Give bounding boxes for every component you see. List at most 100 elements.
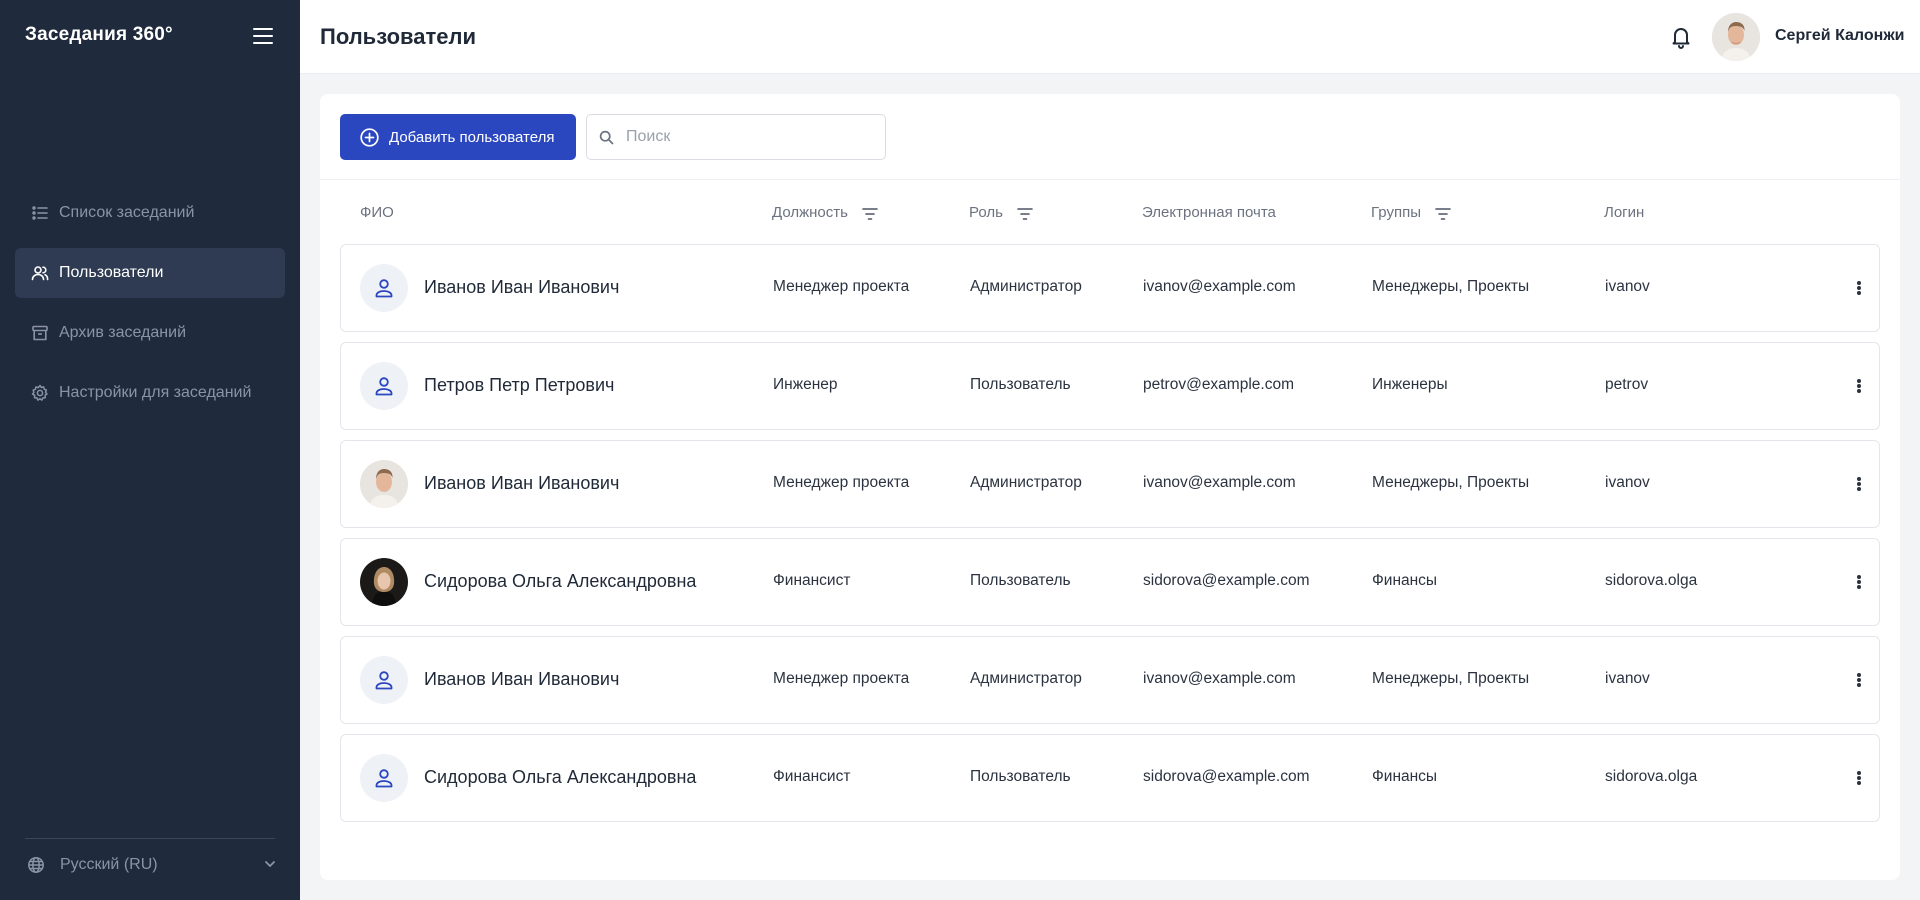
gear-icon xyxy=(31,384,49,402)
column-label: Группы xyxy=(1371,204,1421,221)
user-full-name: Петров Петр Петрович xyxy=(424,375,615,395)
user-full-name: Сидорова Ольга Александровна xyxy=(424,571,697,591)
bell-icon[interactable] xyxy=(1670,25,1692,49)
filter-icon[interactable] xyxy=(862,207,878,220)
language-label: Русский (RU) xyxy=(60,856,158,873)
app-brand: Заседания 360° xyxy=(25,24,173,45)
user-icon xyxy=(375,279,393,298)
users-card: Добавить пользователя ФИО Должность Роль… xyxy=(320,94,1900,880)
user-full-name: Иванов Иван Иванович xyxy=(424,669,620,689)
user-position: Финансист xyxy=(773,768,851,785)
user-full-name: Иванов Иван Иванович xyxy=(424,277,620,297)
column-header-login: Логин xyxy=(1604,204,1644,221)
search-box[interactable] xyxy=(586,114,886,160)
sidebar-item-label: Настройки для заседаний xyxy=(59,384,252,401)
language-selector[interactable]: Русский (RU) xyxy=(27,852,277,878)
user-position: Инженер xyxy=(773,376,838,393)
user-email: ivanov@example.com xyxy=(1143,474,1296,491)
user-login: petrov xyxy=(1605,376,1649,393)
user-role: Администратор xyxy=(970,278,1082,295)
add-user-button[interactable]: Добавить пользователя xyxy=(340,114,576,160)
sidebar: Заседания 360° Список заседаний Пользова… xyxy=(0,0,300,900)
table-row[interactable]: Сидорова Ольга Александровна Финансист П… xyxy=(340,538,1880,626)
user-email: ivanov@example.com xyxy=(1143,278,1296,295)
user-groups: Финансы xyxy=(1372,768,1438,785)
column-header-email: Электронная почта xyxy=(1142,204,1276,221)
plus-circle-icon xyxy=(360,127,379,147)
toolbar: Добавить пользователя xyxy=(320,94,1900,180)
chevron-down-icon xyxy=(263,857,277,871)
table-header: ФИО Должность Роль Электронная почта Гру… xyxy=(320,198,1900,228)
avatar-placeholder xyxy=(360,362,408,410)
more-vertical-icon[interactable] xyxy=(1852,670,1866,690)
user-groups: Менеджеры, Проекты xyxy=(1372,278,1530,295)
more-vertical-icon[interactable] xyxy=(1852,572,1866,592)
more-vertical-icon[interactable] xyxy=(1852,768,1866,788)
sidebar-item-meetings-list[interactable]: Список заседаний xyxy=(15,188,285,238)
user-name[interactable]: Сергей Калонжи xyxy=(1775,27,1905,45)
table-row[interactable]: Сидорова Ольга Александровна Финансист П… xyxy=(340,734,1880,822)
user-groups: Инженеры xyxy=(1372,376,1448,393)
avatar-photo xyxy=(360,558,408,606)
user-position: Финансист xyxy=(773,572,851,589)
user-role: Администратор xyxy=(970,670,1082,687)
avatar-placeholder xyxy=(360,264,408,312)
search-input[interactable] xyxy=(626,128,866,146)
column-header-fio: ФИО xyxy=(360,204,394,221)
filter-icon[interactable] xyxy=(1017,207,1033,220)
user-email: sidorova@example.com xyxy=(1143,572,1310,589)
user-position: Менеджер проекта xyxy=(773,670,910,687)
list-icon xyxy=(31,204,49,222)
table-row[interactable]: Иванов Иван Иванович Менеджер проекта Ад… xyxy=(340,244,1880,332)
user-icon xyxy=(375,377,393,396)
column-label: ФИО xyxy=(360,204,394,221)
column-label: Должность xyxy=(772,204,848,221)
column-header-role: Роль xyxy=(969,204,1033,221)
sidebar-item-archive[interactable]: Архив заседаний xyxy=(15,308,285,358)
column-header-position: Должность xyxy=(772,204,878,221)
user-role: Администратор xyxy=(970,474,1082,491)
user-login: ivanov xyxy=(1605,278,1650,295)
menu-toggle-icon[interactable] xyxy=(253,28,273,44)
column-label: Электронная почта xyxy=(1142,204,1276,221)
sidebar-item-label: Список заседаний xyxy=(59,204,195,221)
user-email: sidorova@example.com xyxy=(1143,768,1310,785)
user-email: petrov@example.com xyxy=(1143,376,1294,393)
globe-icon xyxy=(27,856,45,874)
user-groups: Финансы xyxy=(1372,572,1438,589)
sidebar-divider xyxy=(25,838,275,839)
search-icon xyxy=(599,130,614,145)
user-icon xyxy=(375,671,393,690)
sidebar-nav: Список заседаний Пользователи Архив засе… xyxy=(15,188,285,428)
user-login: ivanov xyxy=(1605,474,1650,491)
user-full-name: Сидорова Ольга Александровна xyxy=(424,767,697,787)
column-header-groups: Группы xyxy=(1371,204,1451,221)
user-role: Пользователь xyxy=(970,376,1071,393)
sidebar-item-label: Архив заседаний xyxy=(59,324,186,341)
user-role: Пользователь xyxy=(970,768,1071,785)
page-title: Пользователи xyxy=(320,24,477,49)
table-row[interactable]: Иванов Иван Иванович Менеджер проекта Ад… xyxy=(340,440,1880,528)
user-login: sidorova.olga xyxy=(1605,768,1698,785)
user-groups: Менеджеры, Проекты xyxy=(1372,670,1530,687)
avatar-placeholder xyxy=(360,656,408,704)
users-icon xyxy=(31,264,49,282)
user-position: Менеджер проекта xyxy=(773,474,910,491)
column-label: Логин xyxy=(1604,204,1645,221)
avatar-placeholder xyxy=(360,754,408,802)
user-avatar[interactable] xyxy=(1712,13,1760,61)
table-row[interactable]: Петров Петр Петрович Инженер Пользовател… xyxy=(340,342,1880,430)
filter-icon[interactable] xyxy=(1435,207,1451,220)
add-user-label: Добавить пользователя xyxy=(389,128,555,146)
avatar-photo xyxy=(360,460,408,508)
sidebar-item-label: Пользователи xyxy=(59,264,164,281)
user-login: ivanov xyxy=(1605,670,1650,687)
user-role: Пользователь xyxy=(970,572,1071,589)
more-vertical-icon[interactable] xyxy=(1852,474,1866,494)
user-icon xyxy=(375,769,393,788)
sidebar-item-users[interactable]: Пользователи xyxy=(15,248,285,298)
more-vertical-icon[interactable] xyxy=(1852,278,1866,298)
table-row[interactable]: Иванов Иван Иванович Менеджер проекта Ад… xyxy=(340,636,1880,724)
more-vertical-icon[interactable] xyxy=(1852,376,1866,396)
sidebar-item-settings[interactable]: Настройки для заседаний xyxy=(15,368,285,418)
